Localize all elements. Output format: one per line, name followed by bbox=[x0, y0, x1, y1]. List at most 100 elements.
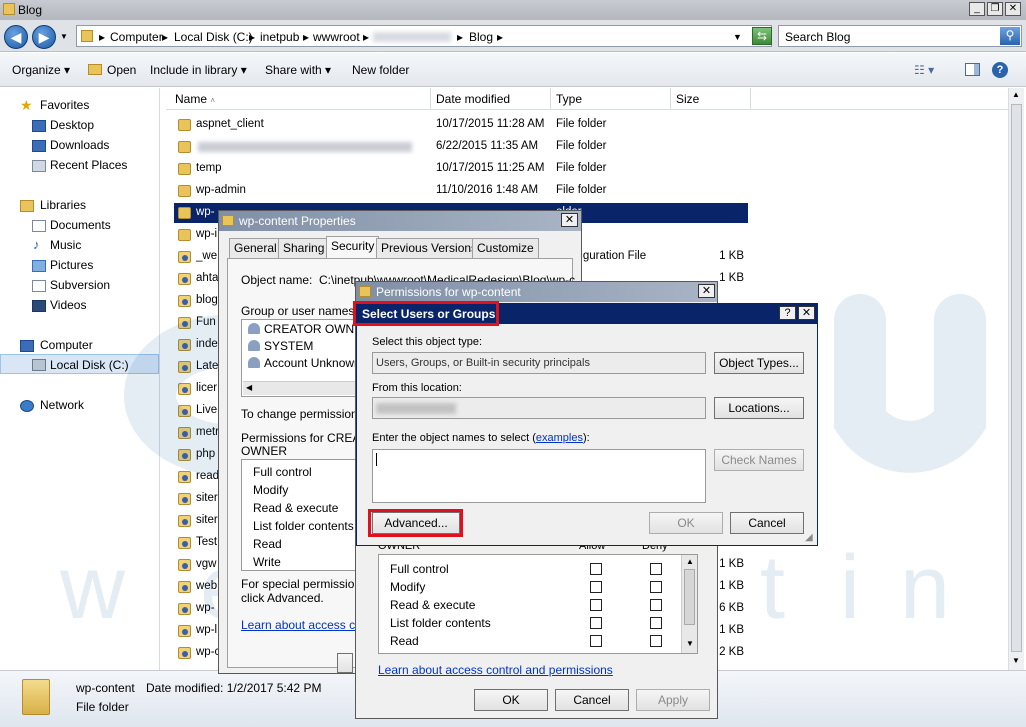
file-icon bbox=[178, 361, 191, 373]
horizontal-scrollbar[interactable]: ◀ bbox=[243, 381, 357, 395]
permissions-cancel-button[interactable]: Cancel bbox=[555, 689, 629, 711]
user-system[interactable]: SYSTEM bbox=[264, 339, 313, 353]
allow-read-execute-checkbox[interactable] bbox=[590, 599, 602, 611]
tab-general[interactable]: General bbox=[229, 238, 282, 258]
file-list-scrollbar[interactable]: ▲ ▼ bbox=[1008, 88, 1024, 670]
file-name: metr bbox=[196, 426, 219, 438]
file-name: wp- bbox=[196, 602, 215, 614]
folder-icon bbox=[178, 141, 191, 153]
refresh-button[interactable]: ⇆ bbox=[752, 27, 772, 45]
breadcrumb-computer[interactable]: Computer bbox=[110, 30, 163, 44]
perm-read: Read bbox=[390, 634, 419, 648]
deny-read-checkbox[interactable] bbox=[650, 635, 662, 647]
permissions-apply-button[interactable]: Apply bbox=[636, 689, 710, 711]
file-row[interactable]: wp-admin 11/10/2016 1:48 AM File folder bbox=[0, 181, 1026, 201]
column-separator[interactable] bbox=[430, 88, 431, 110]
new-folder-button[interactable]: New folder bbox=[352, 63, 409, 77]
file-size: 1 KB bbox=[719, 558, 744, 570]
scroll-up-icon[interactable]: ▲ bbox=[686, 557, 694, 566]
search-icon[interactable]: ⚲ bbox=[1000, 27, 1020, 45]
scroll-left-icon[interactable]: ◀ bbox=[246, 383, 252, 392]
file-row[interactable]: aspnet_client 10/17/2015 11:28 AM File fol… bbox=[0, 115, 1026, 135]
breadcrumb-redacted[interactable] bbox=[373, 32, 451, 42]
perm-modify: Modify bbox=[253, 483, 289, 497]
permissions-ok-button[interactable]: OK bbox=[474, 689, 548, 711]
column-name-label: Name bbox=[175, 92, 208, 106]
group-names-list[interactable]: CREATOR OWNER SYSTEM Account Unknown ◀ bbox=[241, 319, 371, 397]
resize-grip-icon[interactable]: ◢ bbox=[805, 532, 813, 543]
entries-scrollbar[interactable]: ▲ ▼ bbox=[681, 555, 697, 653]
organize-menu[interactable]: Organize ▾ bbox=[12, 63, 70, 77]
examples-link[interactable]: examples bbox=[536, 432, 583, 444]
close-button[interactable]: ✕ bbox=[1005, 2, 1021, 16]
nav-favorites[interactable]: Favorites bbox=[40, 98, 89, 112]
address-dropdown-icon[interactable]: ▼ bbox=[733, 32, 742, 42]
scrollbar-thumb[interactable] bbox=[1011, 104, 1022, 652]
deny-full-control-checkbox[interactable] bbox=[650, 563, 662, 575]
deny-read-execute-checkbox[interactable] bbox=[650, 599, 662, 611]
preview-pane-icon[interactable] bbox=[965, 63, 980, 76]
deny-modify-checkbox[interactable] bbox=[650, 581, 662, 593]
share-with-menu[interactable]: Share with ▾ bbox=[265, 63, 331, 77]
file-row[interactable]: 6/22/2015 11:35 AM File folder bbox=[0, 137, 1026, 157]
column-date[interactable]: Date modified bbox=[436, 92, 510, 106]
folder-icon bbox=[178, 119, 191, 131]
locations-button[interactable]: Locations... bbox=[714, 397, 804, 419]
column-type[interactable]: Type bbox=[556, 92, 582, 106]
object-names-input[interactable] bbox=[372, 449, 706, 503]
minimize-button[interactable]: _ bbox=[969, 2, 985, 16]
file-name: siter bbox=[196, 492, 218, 504]
select-users-close-button[interactable]: ✕ bbox=[798, 306, 815, 320]
maximize-button[interactable]: ❐ bbox=[987, 2, 1003, 16]
properties-close-button[interactable]: ✕ bbox=[561, 213, 578, 227]
scroll-down-icon[interactable]: ▼ bbox=[686, 639, 694, 648]
back-button[interactable]: ◀ bbox=[4, 25, 28, 49]
check-names-button[interactable]: Check Names bbox=[714, 449, 804, 471]
address-bar[interactable]: ▸ Computer ▸ Local Disk (C:) ▸ inetpub ▸… bbox=[76, 25, 772, 47]
view-options-icon[interactable]: ☷ ▾ bbox=[914, 63, 934, 77]
open-button[interactable]: Open bbox=[107, 63, 136, 77]
search-input[interactable]: Search Blog ⚲ bbox=[778, 25, 1022, 47]
object-types-button[interactable]: Object Types... bbox=[714, 352, 804, 374]
breadcrumb-blog[interactable]: Blog bbox=[469, 30, 493, 44]
permission-entries: Full control Modify Read & execute List … bbox=[378, 554, 698, 654]
tab-security[interactable]: Security bbox=[326, 236, 380, 259]
tab-previous-versions[interactable]: Previous Versions bbox=[376, 238, 483, 258]
column-size[interactable]: Size bbox=[676, 92, 699, 106]
deny-list-folder-checkbox[interactable] bbox=[650, 617, 662, 629]
select-ok-button[interactable]: OK bbox=[649, 512, 723, 534]
column-separator[interactable] bbox=[750, 88, 751, 110]
tab-customize[interactable]: Customize bbox=[472, 238, 539, 258]
allow-read-checkbox[interactable] bbox=[590, 635, 602, 647]
user-account-unknown[interactable]: Account Unknown bbox=[264, 356, 361, 370]
file-icon bbox=[178, 493, 191, 505]
scrollbar-thumb[interactable] bbox=[684, 569, 695, 625]
recent-pages-dropdown[interactable]: ▼ bbox=[60, 32, 68, 41]
properties-ok-button[interactable] bbox=[337, 653, 353, 673]
breadcrumb-local-disk[interactable]: Local Disk (C:) bbox=[174, 30, 253, 44]
help-button[interactable]: ? bbox=[779, 306, 796, 320]
breadcrumb-inetpub[interactable]: inetpub bbox=[260, 30, 299, 44]
include-in-library-menu[interactable]: Include in library ▾ bbox=[150, 63, 247, 77]
column-name[interactable]: Name ˄ bbox=[175, 92, 215, 106]
help-icon[interactable]: ? bbox=[992, 62, 1008, 78]
object-type-label: Select this object type: bbox=[372, 336, 483, 348]
file-icon bbox=[178, 383, 191, 395]
permissions-close-button[interactable]: ✕ bbox=[698, 284, 715, 298]
file-row[interactable]: temp 10/17/2015 11:25 AM File folder bbox=[0, 159, 1026, 179]
allow-full-control-checkbox[interactable] bbox=[590, 563, 602, 575]
forward-button[interactable]: ▶ bbox=[32, 25, 56, 49]
file-name: aspnet_client bbox=[196, 118, 264, 130]
allow-list-folder-checkbox[interactable] bbox=[590, 617, 602, 629]
select-cancel-button[interactable]: Cancel bbox=[730, 512, 804, 534]
highlight-dialog-title bbox=[353, 301, 499, 326]
breadcrumb-wwwroot[interactable]: wwwroot bbox=[313, 30, 360, 44]
scroll-down-icon[interactable]: ▼ bbox=[1012, 656, 1020, 665]
tab-sharing[interactable]: Sharing bbox=[278, 238, 330, 258]
column-separator[interactable] bbox=[670, 88, 671, 110]
learn-access-control-link[interactable]: Learn about access control and permissio… bbox=[378, 663, 613, 677]
allow-modify-checkbox[interactable] bbox=[590, 581, 602, 593]
learn-access-link[interactable]: Learn about access cor bbox=[241, 618, 366, 632]
scroll-up-icon[interactable]: ▲ bbox=[1012, 90, 1020, 99]
column-separator[interactable] bbox=[550, 88, 551, 110]
